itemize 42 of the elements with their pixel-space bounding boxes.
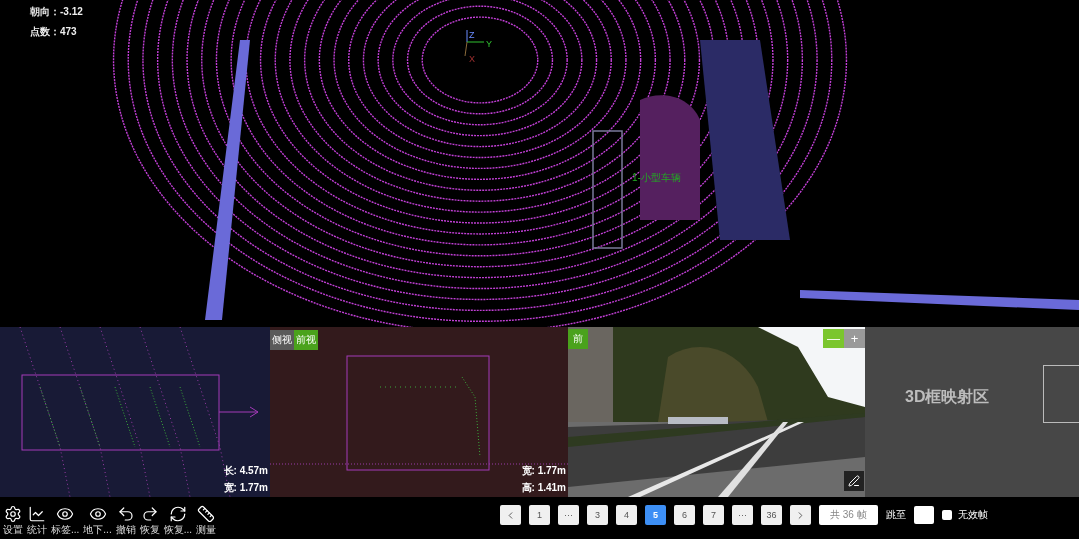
pen-icon <box>848 475 860 487</box>
checkbox[interactable] <box>941 510 952 520</box>
toolbar-button[interactable]: 恢复... <box>163 505 193 537</box>
ruler-icon <box>197 505 216 523</box>
total-frames: 共 36 帧 <box>819 505 878 525</box>
toolbar-button[interactable]: 地下... <box>83 505 112 537</box>
object-label: 1-小型车辆 <box>632 171 681 185</box>
toolbar-button[interactable]: 测量 <box>196 505 217 537</box>
toolbar-button[interactable]: 恢复 <box>139 505 160 537</box>
toolbar-button[interactable]: 设置 <box>3 505 23 537</box>
dimension-text: 高: 1.41m <box>521 481 566 495</box>
page-button[interactable]: 4 <box>616 505 637 525</box>
settings-icon <box>4 505 22 523</box>
projection-label: 3D框映射区 <box>905 387 990 407</box>
camera-badge: 前 <box>568 329 588 349</box>
page-button[interactable]: 7 <box>703 505 724 525</box>
heading-text: 朝向：-3.12 <box>28 5 85 19</box>
dimension-text: 长: 4.57m <box>223 464 268 478</box>
axes-drawing: Z Y X <box>464 29 492 64</box>
page-button[interactable]: ··· <box>732 505 753 525</box>
toolbar-button[interactable]: 标签... <box>51 505 80 537</box>
eye-icon <box>56 505 75 523</box>
refresh-icon <box>168 505 187 523</box>
line-chart-icon <box>28 505 46 523</box>
eye-icon <box>88 505 107 523</box>
page-button[interactable]: 36 <box>761 505 782 525</box>
projection-frame <box>1043 365 1079 423</box>
page-button[interactable]: 1 <box>529 505 550 525</box>
jump-label: 跳至 <box>885 508 906 522</box>
page-button[interactable]: ··· <box>558 505 579 525</box>
toolbar-button[interactable]: 撤销 <box>115 505 136 537</box>
dimension-text: 宽: 1.77m <box>223 481 268 495</box>
edit-button[interactable] <box>844 471 864 491</box>
toolbar-button[interactable]: 统计 <box>27 505 47 537</box>
jump-field[interactable] <box>913 506 934 524</box>
page-button[interactable]: 3 <box>587 505 608 525</box>
view-tab[interactable]: 侧视 <box>270 330 294 350</box>
dimension-text: 宽: 1.77m <box>521 464 566 478</box>
page-button[interactable]: 6 <box>674 505 695 525</box>
checkbox-label: 无效帧 <box>957 508 988 522</box>
undo-icon <box>116 505 135 523</box>
redo-icon <box>140 505 159 523</box>
